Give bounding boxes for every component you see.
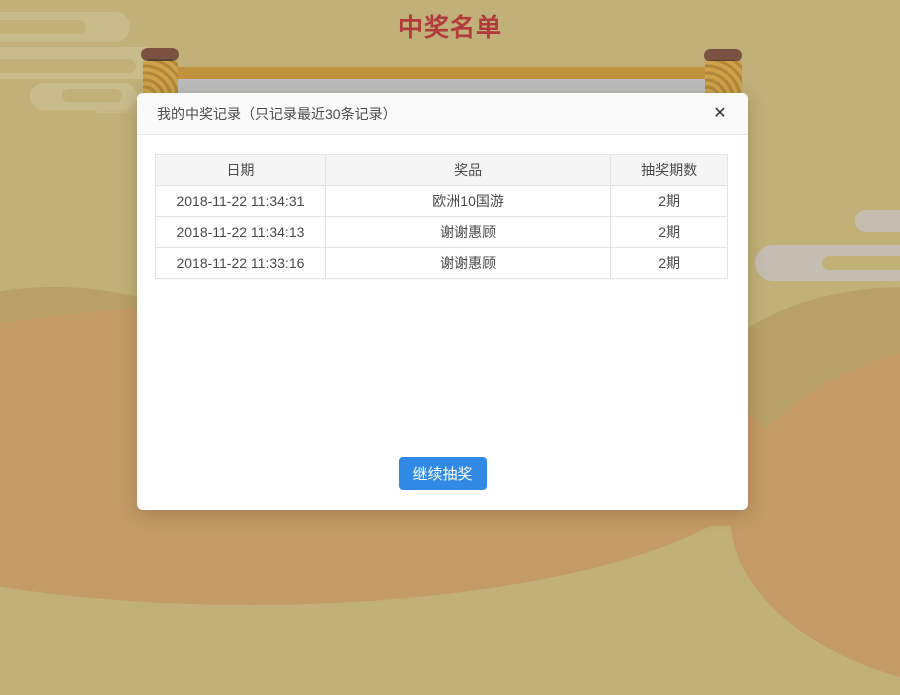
cell-period: 2期 — [611, 248, 728, 279]
cell-period: 2期 — [611, 186, 728, 217]
cell-date: 2018-11-22 11:34:31 — [156, 186, 326, 217]
scroll-right-roller — [705, 61, 742, 93]
cell-prize: 谢谢惠顾 — [326, 248, 611, 279]
cell-date: 2018-11-22 11:33:16 — [156, 248, 326, 279]
col-header-date: 日期 — [156, 155, 326, 186]
continue-draw-button[interactable]: 继续抽奖 — [398, 457, 486, 490]
records-table: 日期 奖品 抽奖期数 2018-11-22 11:34:31 欧洲10国游 2期… — [155, 154, 728, 279]
table-row: 2018-11-22 11:34:13 谢谢惠顾 2期 — [156, 217, 728, 248]
table-row: 2018-11-22 11:33:16 谢谢惠顾 2期 — [156, 248, 728, 279]
scroll-left-roller — [143, 61, 178, 93]
table-header-row: 日期 奖品 抽奖期数 — [156, 155, 728, 186]
col-header-prize: 奖品 — [326, 155, 611, 186]
table-row: 2018-11-22 11:34:31 欧洲10国游 2期 — [156, 186, 728, 217]
scroll-paper — [178, 79, 705, 93]
cell-prize: 谢谢惠顾 — [326, 217, 611, 248]
modal-header: 我的中奖记录（只记录最近30条记录） ✕ — [137, 93, 748, 135]
cell-date: 2018-11-22 11:34:13 — [156, 217, 326, 248]
close-icon[interactable]: ✕ — [706, 93, 734, 135]
cell-prize: 欧洲10国游 — [326, 186, 611, 217]
col-header-period: 抽奖期数 — [611, 155, 728, 186]
page-title: 中奖名单 — [0, 8, 900, 44]
cell-period: 2期 — [611, 217, 728, 248]
scroll-rod — [176, 67, 707, 79]
winning-records-modal: 我的中奖记录（只记录最近30条记录） ✕ 日期 奖品 抽奖期数 2018-11-… — [137, 93, 748, 510]
modal-title: 我的中奖记录（只记录最近30条记录） — [157, 106, 397, 122]
